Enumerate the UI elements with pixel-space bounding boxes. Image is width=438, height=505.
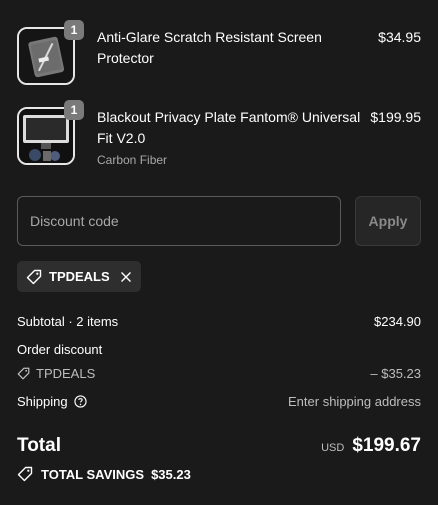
item-variant: Carbon Fiber — [97, 153, 168, 167]
item-info: Blackout Privacy Plate Fantom® Universal… — [97, 107, 360, 168]
tag-icon — [17, 466, 33, 482]
discount-code-label: TPDEALS — [49, 269, 110, 284]
total-label: Total — [17, 435, 61, 456]
tag-icon — [17, 367, 30, 380]
close-icon[interactable] — [120, 271, 132, 283]
item-title: Anti-Glare Scratch Resistant Screen Prot… — [97, 29, 322, 66]
order-discount-row: Order discount — [17, 342, 421, 357]
item-info: Anti-Glare Scratch Resistant Screen Prot… — [97, 27, 368, 85]
total-amount-group: USD $199.67 — [321, 435, 421, 457]
item-title: Blackout Privacy Plate Fantom® Universal… — [97, 109, 361, 146]
total-row: Total USD $199.67 — [17, 433, 421, 459]
currency-code: USD — [321, 442, 345, 454]
shipping-row: Shipping Enter shipping address — [17, 394, 421, 409]
order-discount-label: Order discount — [17, 342, 103, 357]
total-savings-row: TOTAL SAVINGS $35.23 — [17, 466, 421, 482]
discount-code-name: TPDEALS — [36, 366, 96, 381]
total-savings-label: TOTAL SAVINGS — [41, 466, 145, 482]
product-thumbnail: 1 — [17, 20, 84, 85]
discount-code-row: TPDEALS – $35.23 — [17, 366, 421, 381]
cart-line-item: 1 Blackout Privacy Plate Fantom® Univers… — [17, 100, 421, 168]
quantity-badge: 1 — [64, 20, 84, 40]
tag-icon — [26, 269, 42, 285]
product-thumbnail: 1 — [17, 100, 84, 165]
subtotal-value: $234.90 — [374, 314, 421, 329]
apply-discount-button[interactable]: Apply — [355, 196, 421, 246]
subtotal-row: Subtotal · 2 items $234.90 — [17, 314, 421, 329]
total-savings-value: $35.23 — [151, 466, 191, 482]
discount-code-input[interactable] — [17, 196, 341, 246]
subtotal-label: Subtotal · 2 items — [17, 314, 119, 329]
help-circle-icon[interactable] — [73, 395, 87, 408]
quantity-badge: 1 — [64, 100, 84, 120]
item-price: $199.95 — [370, 109, 421, 125]
shipping-value: Enter shipping address — [288, 394, 421, 409]
item-price: $34.95 — [378, 29, 421, 45]
cart-line-item: 1 Anti-Glare Scratch Resistant Screen Pr… — [17, 20, 421, 85]
shipping-label: Shipping — [17, 394, 68, 409]
shipping-label-group: Shipping — [17, 394, 87, 409]
discount-code-detail: TPDEALS — [17, 366, 95, 381]
applied-discount-chip: TPDEALS — [17, 261, 141, 292]
total-amount: $199.67 — [352, 435, 421, 456]
discount-value: – $35.23 — [370, 366, 421, 381]
